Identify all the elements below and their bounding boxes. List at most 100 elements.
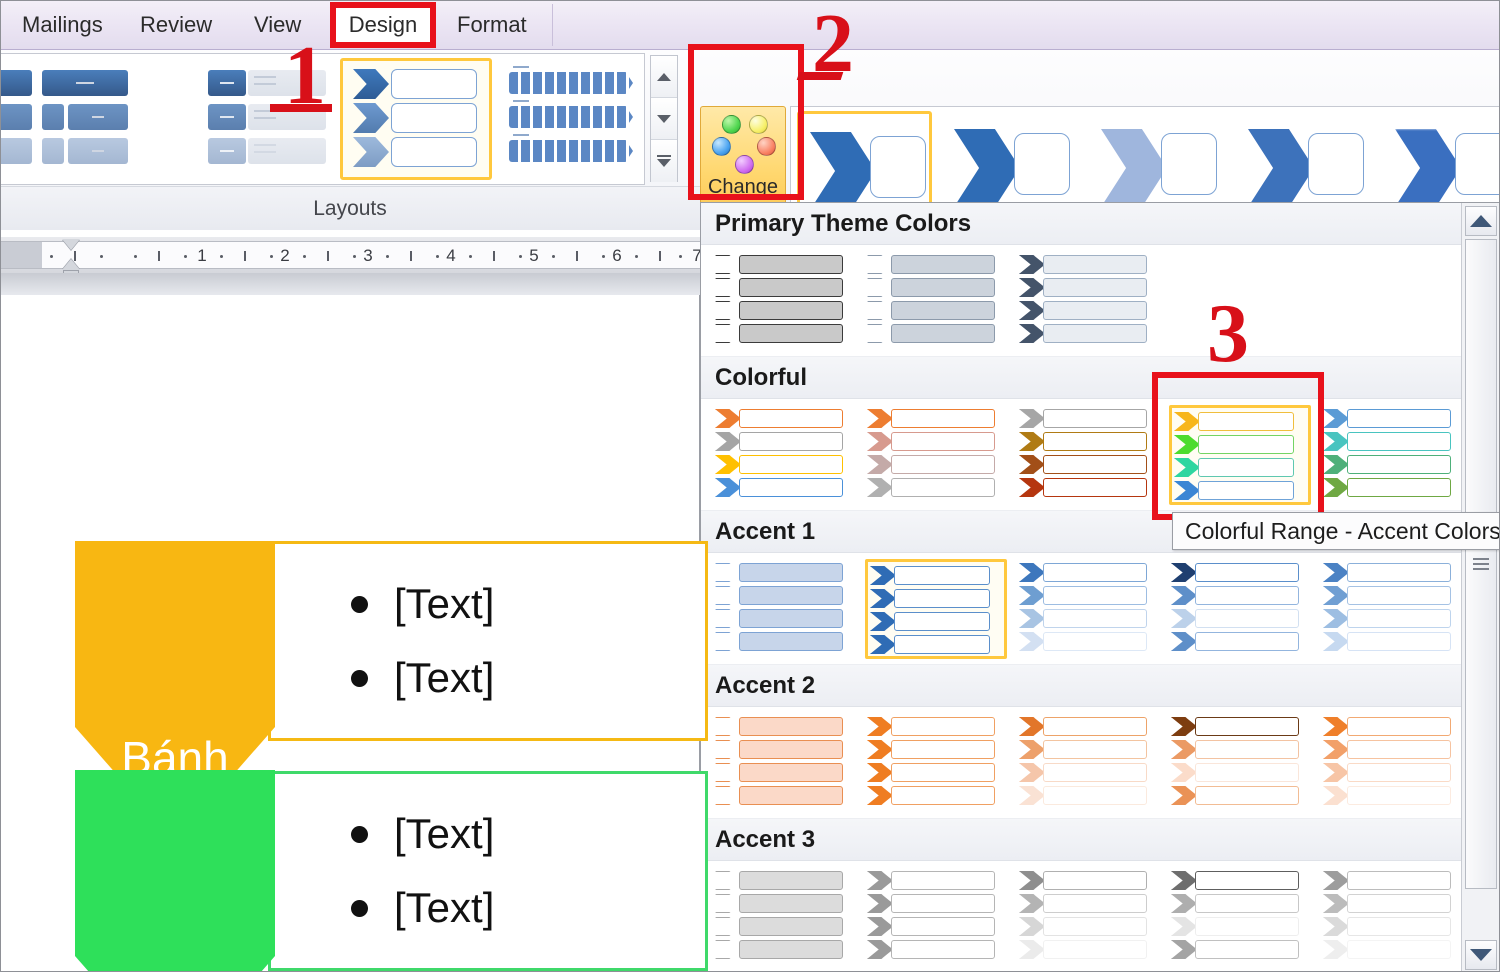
color-swatch-accent3-light[interactable]: [713, 867, 855, 967]
smartart-graphic[interactable]: Bánh [Text] [Text] Kẹo [Text]: [0, 295, 708, 972]
bullet-dot-icon: [351, 595, 368, 613]
more-layouts-button[interactable]: [651, 140, 677, 182]
scrollbar-up-button[interactable]: [1465, 206, 1497, 236]
swatch-box: [1043, 894, 1147, 913]
scrollbar-thumb[interactable]: [1465, 239, 1497, 889]
green-dot: [722, 115, 741, 134]
swatch-chevron: [1171, 871, 1197, 890]
swatch-box: [1043, 324, 1147, 343]
swatch-chevron: [1323, 871, 1349, 890]
swatch-chevron: [1323, 917, 1349, 936]
color-swatch-colorful-range-accent-2-3[interactable]: [865, 405, 1007, 505]
color-swatch-dark-2-fill[interactable]: [1017, 251, 1159, 351]
scroll-up-button[interactable]: [651, 56, 677, 98]
dropdown-scrollbar[interactable]: [1461, 203, 1499, 972]
swatch-box: [1195, 763, 1299, 782]
dropdown-section-header: Colorful: [701, 357, 1463, 399]
layout-thumbnail-5[interactable]: [505, 60, 644, 178]
smartart-bullet[interactable]: [Text]: [351, 654, 705, 702]
color-swatch-accent3-gradient-loop[interactable]: [1169, 867, 1311, 967]
triangle-down-icon: [1470, 949, 1492, 961]
layout-thumbnail-3[interactable]: [168, 60, 326, 178]
color-swatch-dark-1-outline[interactable]: [713, 251, 855, 351]
swatch-chevron: [1019, 478, 1045, 497]
swatch-box: [739, 278, 843, 297]
first-line-indent-marker[interactable]: [62, 239, 80, 250]
scroll-down-button[interactable]: [651, 98, 677, 140]
ruler-number-6: 6: [612, 246, 622, 265]
layout-thumbnail-2[interactable]: [36, 60, 156, 178]
swatch-box: [739, 563, 843, 582]
tab-divider: [552, 4, 553, 46]
document-page[interactable]: Bánh [Text] [Text] Kẹo [Text]: [0, 295, 708, 972]
swatch-chevron: [1323, 409, 1349, 428]
color-swatch-accent2-colored-fill[interactable]: [865, 713, 1007, 813]
color-swatch-accent1-gradient-loop[interactable]: [1169, 559, 1311, 659]
tab-format[interactable]: Format: [447, 6, 537, 44]
ruler-margin-left: [0, 241, 42, 269]
smartart-bullet[interactable]: [Text]: [351, 580, 705, 628]
swatch-chevron: [1323, 563, 1349, 582]
swatch-chevron: [1323, 763, 1349, 782]
triangle-down-icon: [657, 114, 671, 123]
swatch-box: [739, 586, 843, 605]
tab-design[interactable]: Design: [332, 6, 434, 44]
smartart-bullet[interactable]: [Text]: [351, 884, 705, 932]
swatch-chevron: [867, 717, 893, 736]
swatch-box: [1043, 632, 1147, 651]
grip-icon: [1473, 555, 1489, 573]
dropdown-section-header: Primary Theme Colors: [701, 203, 1463, 245]
swatch-box: [1347, 455, 1451, 474]
tab-mailings[interactable]: Mailings: [12, 6, 113, 44]
color-swatch-accent2-gradient-loop[interactable]: [1169, 713, 1311, 813]
ruler-shadow: [0, 273, 700, 295]
smartart-chevron-label-keo: Kẹo: [134, 960, 216, 972]
swatch-box: [1347, 871, 1451, 890]
swatch-chevron: [1174, 458, 1200, 477]
swatch-chevron: [1171, 786, 1197, 805]
horizontal-ruler[interactable]: 1 2 3 4 5 6 7: [0, 237, 702, 279]
orange-dot: [757, 137, 776, 156]
color-swatch-accent3-transparent[interactable]: [1321, 867, 1463, 967]
color-swatch-accent3-colored-fill[interactable]: [865, 867, 1007, 967]
color-swatch-dark-2-outline[interactable]: [865, 251, 1007, 351]
color-swatch-accent3-gradient-range[interactable]: [1017, 867, 1159, 967]
smartart-textbox-keo[interactable]: [Text] [Text]: [268, 771, 708, 971]
color-swatch-accent1-gradient-range[interactable]: [1017, 559, 1159, 659]
swatch-chevron: [1323, 940, 1349, 959]
swatch-box: [891, 478, 995, 497]
color-swatch-accent2-transparent[interactable]: [1321, 713, 1463, 813]
swatch-chevron: [1171, 940, 1197, 959]
ruler-track[interactable]: 1 2 3 4 5 6 7: [42, 241, 702, 269]
color-swatch-accent2-gradient-range[interactable]: [1017, 713, 1159, 813]
smartart-chevron-keo[interactable]: Kẹo: [75, 770, 275, 972]
layout-thumbnail-4-selected[interactable]: [340, 58, 492, 180]
layouts-scroll-buttons: [650, 55, 678, 182]
annotation-number-3: 3: [1207, 287, 1249, 380]
swatch-chevron: [715, 763, 741, 782]
swatch-chevron: [1174, 435, 1200, 454]
color-swatch-accent2-light[interactable]: [713, 713, 855, 813]
swatch-chevron: [867, 455, 893, 474]
smartart-bullet[interactable]: [Text]: [351, 810, 705, 858]
color-swatch-accent1-light[interactable]: [713, 559, 855, 659]
swatch-chevron: [1019, 940, 1045, 959]
color-swatch-colorful-accent-colors[interactable]: [713, 405, 855, 505]
swatch-chevron: [867, 255, 893, 274]
hanging-indent-marker[interactable]: [62, 259, 80, 270]
swatch-chevron: [1323, 432, 1349, 451]
swatch-chevron: [1174, 412, 1200, 431]
color-swatch-accent1-colored-fill[interactable]: [865, 559, 1007, 659]
layout-thumbnail-1[interactable]: [0, 60, 32, 178]
color-swatch-colorful-range-accent-5-6[interactable]: [1321, 405, 1463, 505]
scrollbar-down-button[interactable]: [1465, 940, 1497, 970]
color-swatch-colorful-range-accent-colors[interactable]: [1169, 405, 1311, 505]
swatch-chevron: [867, 940, 893, 959]
swatch-box: [739, 301, 843, 320]
color-swatch-accent1-transparent[interactable]: [1321, 559, 1463, 659]
tab-review[interactable]: Review: [130, 6, 222, 44]
change-colors-dropdown[interactable]: Primary Theme Colors Colorful Accent 1 Acce…: [700, 202, 1500, 972]
smartart-textbox-banh[interactable]: [Text] [Text]: [268, 541, 708, 741]
swatch-chevron: [715, 717, 741, 736]
color-swatch-colorful-range-accent-3-4[interactable]: [1017, 405, 1159, 505]
